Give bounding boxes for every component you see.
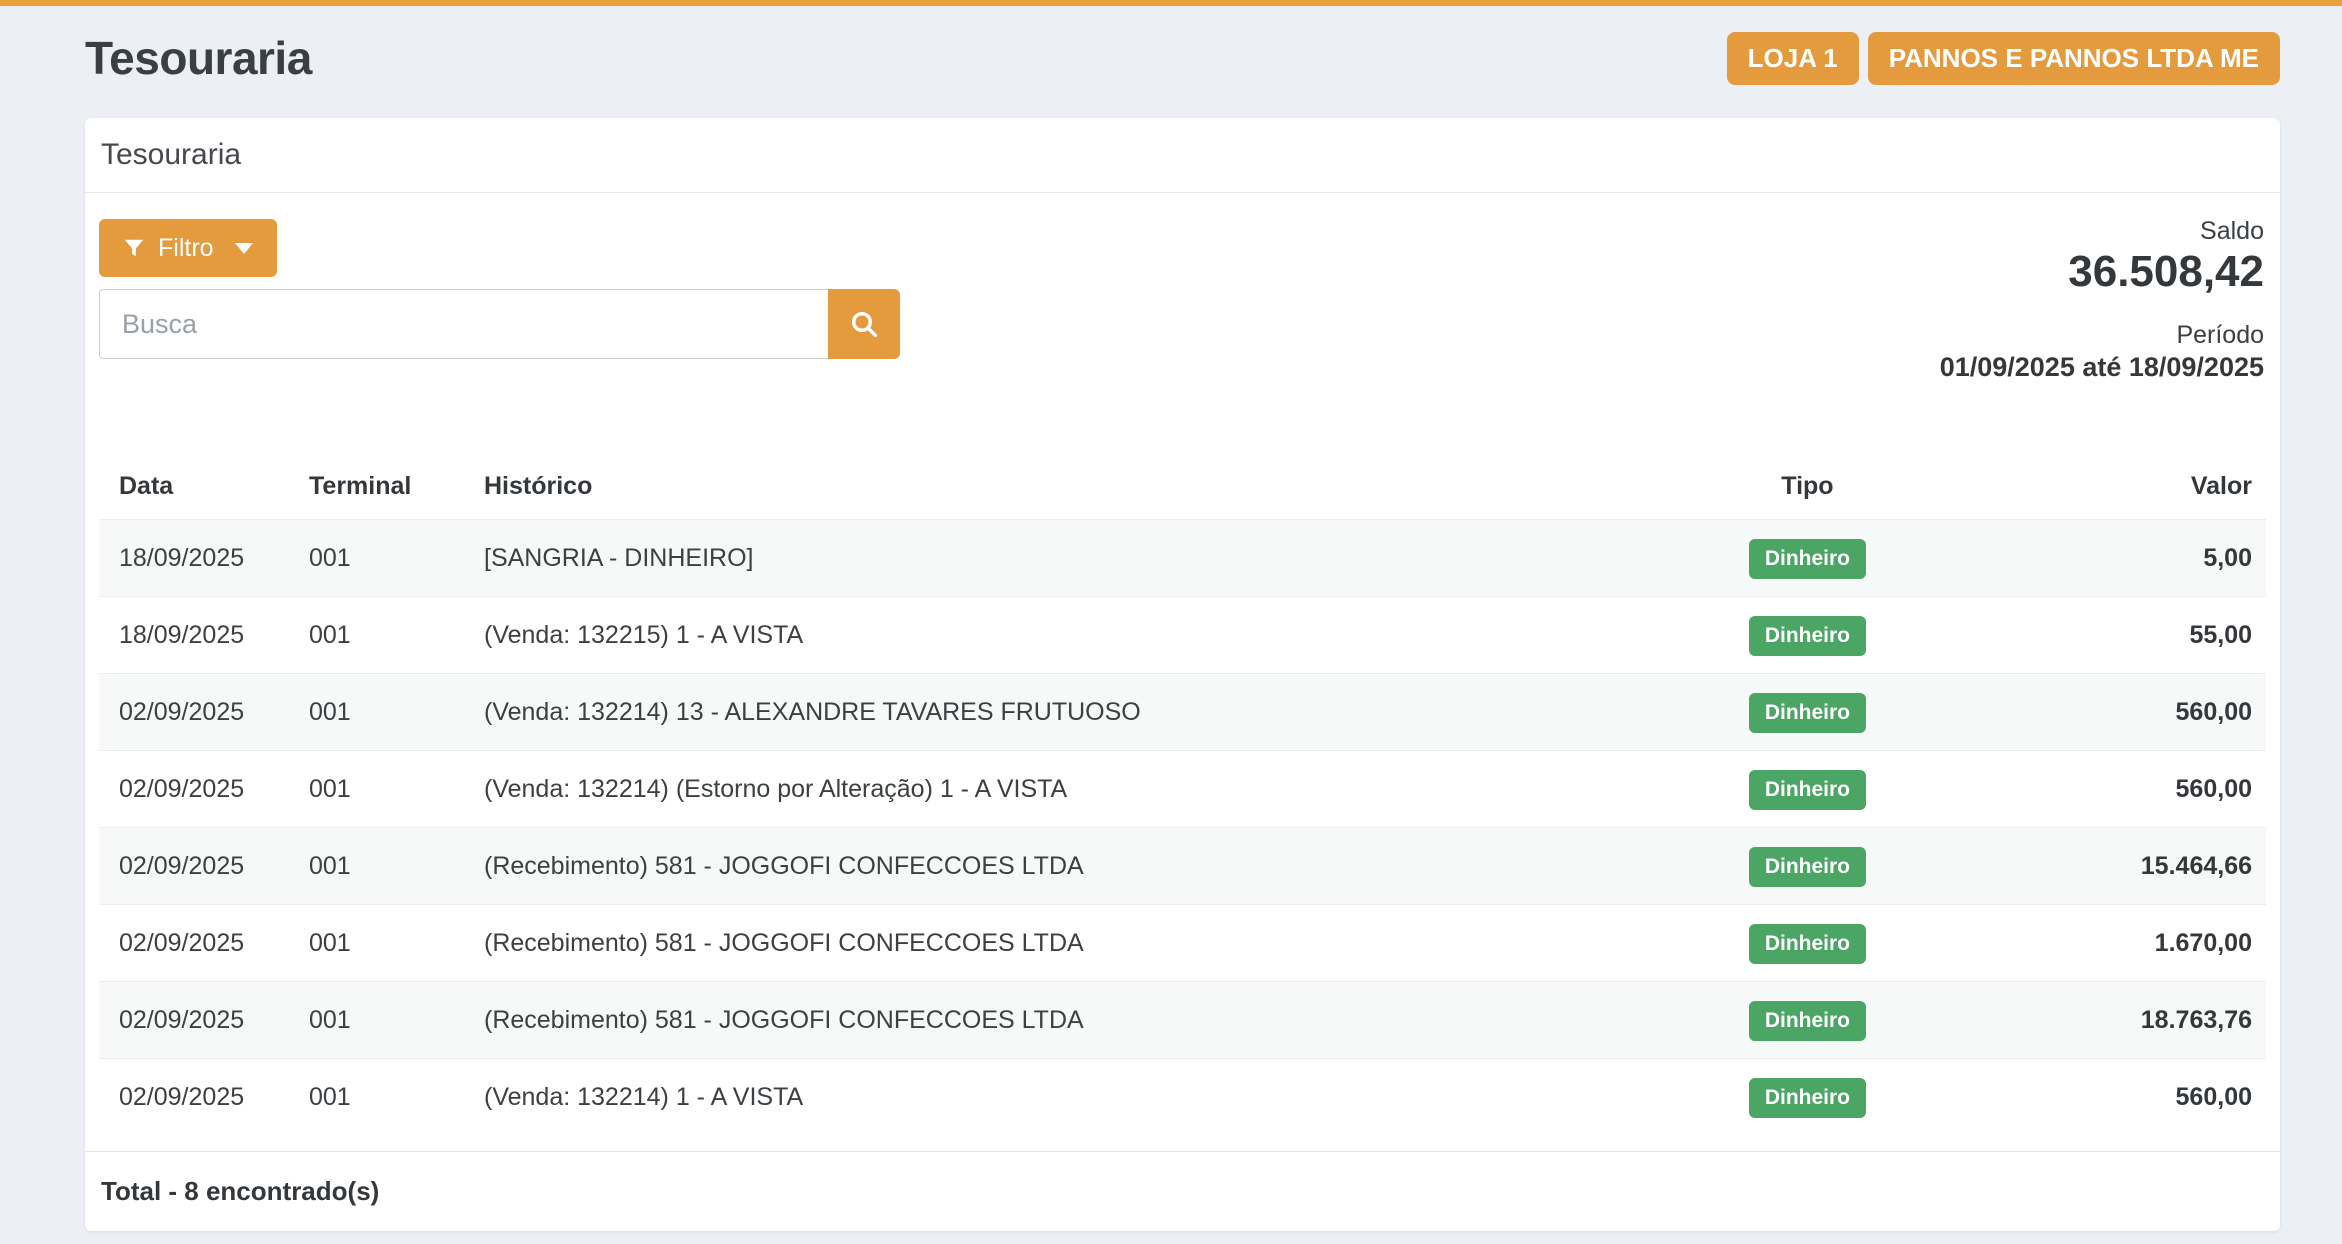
header-badges: LOJA 1 PANNOS E PANNOS LTDA ME <box>1727 32 2280 85</box>
cell-tipo: Dinheiro <box>1729 982 1886 1059</box>
funnel-icon <box>123 237 145 259</box>
table-row[interactable]: 18/09/2025 001 (Venda: 132215) 1 - A VIS… <box>99 597 2266 674</box>
table-row[interactable]: 02/09/2025 001 (Venda: 132214) (Estorno … <box>99 751 2266 828</box>
card-body: Filtro Saldo 36.508,42 Período <box>85 193 2280 1135</box>
cell-terminal: 001 <box>289 828 464 905</box>
cell-tipo: Dinheiro <box>1729 905 1886 982</box>
cell-valor: 560,00 <box>1886 751 2266 828</box>
table-row[interactable]: 02/09/2025 001 (Venda: 132214) 1 - A VIS… <box>99 1059 2266 1136</box>
column-header-historico: Histórico <box>464 453 1729 520</box>
table-footer-total: Total - 8 encontrado(s) <box>85 1151 2280 1231</box>
cell-historico: [SANGRIA - DINHEIRO] <box>464 520 1729 597</box>
search-icon <box>848 308 880 340</box>
tesouraria-card: Tesouraria Filtro <box>85 118 2280 1231</box>
column-header-data: Data <box>99 453 289 520</box>
search-input[interactable] <box>99 289 828 359</box>
search-group <box>99 289 900 359</box>
table-row[interactable]: 02/09/2025 001 (Venda: 132214) 13 - ALEX… <box>99 674 2266 751</box>
cell-historico: (Venda: 132214) (Estorno por Alteração) … <box>464 751 1729 828</box>
table-row[interactable]: 02/09/2025 001 (Recebimento) 581 - JOGGO… <box>99 828 2266 905</box>
cell-valor: 18.763,76 <box>1886 982 2266 1059</box>
column-header-terminal: Terminal <box>289 453 464 520</box>
cell-data: 02/09/2025 <box>99 982 289 1059</box>
company-button[interactable]: PANNOS E PANNOS LTDA ME <box>1868 32 2280 85</box>
store-button[interactable]: LOJA 1 <box>1727 32 1859 85</box>
table-row[interactable]: 18/09/2025 001 [SANGRIA - DINHEIRO] Dinh… <box>99 520 2266 597</box>
saldo-label: Saldo <box>1940 217 2264 246</box>
cell-terminal: 001 <box>289 597 464 674</box>
cell-tipo: Dinheiro <box>1729 520 1886 597</box>
chevron-down-icon <box>235 243 253 254</box>
table-body: 18/09/2025 001 [SANGRIA - DINHEIRO] Dinh… <box>99 520 2266 1136</box>
column-header-valor: Valor <box>1886 453 2266 520</box>
top-accent-bar <box>0 0 2342 6</box>
card-title: Tesouraria <box>85 118 2280 193</box>
column-header-tipo: Tipo <box>1729 453 1886 520</box>
summary-panel: Saldo 36.508,42 Período 01/09/2025 até 1… <box>1940 217 2264 385</box>
cell-terminal: 001 <box>289 674 464 751</box>
periodo-label: Período <box>1940 321 2264 350</box>
cell-historico: (Recebimento) 581 - JOGGOFI CONFECCOES L… <box>464 828 1729 905</box>
table-row[interactable]: 02/09/2025 001 (Recebimento) 581 - JOGGO… <box>99 905 2266 982</box>
cell-valor: 560,00 <box>1886 674 2266 751</box>
cell-tipo: Dinheiro <box>1729 1059 1886 1136</box>
page-title: Tesouraria <box>85 31 312 85</box>
cell-historico: (Recebimento) 581 - JOGGOFI CONFECCOES L… <box>464 982 1729 1059</box>
cell-data: 02/09/2025 <box>99 751 289 828</box>
status-badge: Dinheiro <box>1749 539 1866 579</box>
periodo-value: 01/09/2025 até 18/09/2025 <box>1940 350 2264 385</box>
cell-terminal: 001 <box>289 1059 464 1136</box>
cell-data: 18/09/2025 <box>99 597 289 674</box>
cell-valor: 5,00 <box>1886 520 2266 597</box>
search-button[interactable] <box>828 289 900 359</box>
cell-data: 02/09/2025 <box>99 674 289 751</box>
cell-historico: (Recebimento) 581 - JOGGOFI CONFECCOES L… <box>464 905 1729 982</box>
cell-valor: 1.670,00 <box>1886 905 2266 982</box>
saldo-value: 36.508,42 <box>1940 246 2264 299</box>
status-badge: Dinheiro <box>1749 924 1866 964</box>
cell-data: 02/09/2025 <box>99 905 289 982</box>
transactions-table: Data Terminal Histórico Tipo Valor 18/09… <box>99 453 2266 1135</box>
cell-tipo: Dinheiro <box>1729 674 1886 751</box>
status-badge: Dinheiro <box>1749 1078 1866 1118</box>
table-row[interactable]: 02/09/2025 001 (Recebimento) 581 - JOGGO… <box>99 982 2266 1059</box>
cell-historico: (Venda: 132214) 1 - A VISTA <box>464 1059 1729 1136</box>
page-header: Tesouraria LOJA 1 PANNOS E PANNOS LTDA M… <box>85 28 2280 88</box>
table-header: Data Terminal Histórico Tipo Valor <box>99 453 2266 520</box>
status-badge: Dinheiro <box>1749 693 1866 733</box>
cell-terminal: 001 <box>289 905 464 982</box>
cell-historico: (Venda: 132214) 13 - ALEXANDRE TAVARES F… <box>464 674 1729 751</box>
status-badge: Dinheiro <box>1749 770 1866 810</box>
status-badge: Dinheiro <box>1749 1001 1866 1041</box>
status-badge: Dinheiro <box>1749 847 1866 887</box>
cell-data: 18/09/2025 <box>99 520 289 597</box>
cell-data: 02/09/2025 <box>99 828 289 905</box>
cell-tipo: Dinheiro <box>1729 828 1886 905</box>
cell-valor: 560,00 <box>1886 1059 2266 1136</box>
page: Tesouraria LOJA 1 PANNOS E PANNOS LTDA M… <box>85 28 2280 1231</box>
cell-valor: 55,00 <box>1886 597 2266 674</box>
status-badge: Dinheiro <box>1749 616 1866 656</box>
cell-terminal: 001 <box>289 751 464 828</box>
filter-button[interactable]: Filtro <box>99 219 277 277</box>
cell-valor: 15.464,66 <box>1886 828 2266 905</box>
cell-historico: (Venda: 132215) 1 - A VISTA <box>464 597 1729 674</box>
cell-terminal: 001 <box>289 520 464 597</box>
filter-label: Filtro <box>158 234 214 263</box>
cell-data: 02/09/2025 <box>99 1059 289 1136</box>
cell-terminal: 001 <box>289 982 464 1059</box>
cell-tipo: Dinheiro <box>1729 597 1886 674</box>
cell-tipo: Dinheiro <box>1729 751 1886 828</box>
